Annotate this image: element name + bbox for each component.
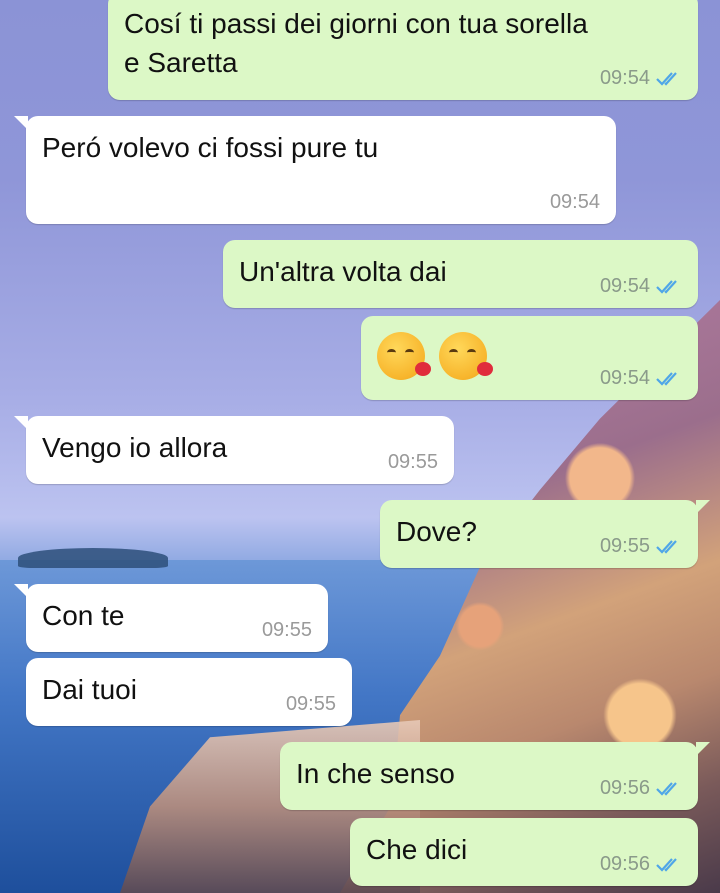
message-bubble-incoming[interactable]: Dai tuoi 09:55: [26, 658, 352, 726]
message-text: Dai tuoi: [42, 674, 137, 705]
message-bubble-incoming[interactable]: Con te 09:55: [14, 584, 328, 652]
message-meta: 09:56: [600, 853, 682, 876]
message-time: 09:54: [599, 67, 650, 89]
message-bubble-outgoing[interactable]: 09:54: [361, 316, 698, 400]
message-bubble-incoming[interactable]: Vengo io allora 09:55: [14, 416, 454, 484]
message-bubble-incoming[interactable]: Peró volevo ci fossi pure tu 09:54: [14, 116, 616, 224]
message-bubble-outgoing[interactable]: Cosí ti passi dei giorni con tua sorella…: [108, 0, 698, 100]
message-text: Dove?: [396, 516, 477, 547]
kissing-face-heart-emoji: [377, 332, 431, 380]
message-text: Cosí ti passi dei giorni con tua sorella…: [124, 8, 588, 78]
message-text: Vengo io allora: [42, 432, 228, 463]
message-bubble-outgoing[interactable]: In che senso 09:56: [280, 742, 710, 810]
message-meta: 09:55: [262, 619, 312, 642]
message-meta: 09:54: [550, 191, 600, 214]
wallpaper-island: [18, 548, 168, 568]
double-check-icon: [656, 371, 682, 387]
bubble-tail: [14, 584, 28, 598]
message-meta: 09:56: [600, 777, 682, 800]
message-time: 09:54: [599, 275, 650, 297]
message-meta: 09:54: [600, 67, 682, 90]
double-check-icon: [656, 857, 682, 873]
emoji-row: [377, 332, 497, 380]
message-text: Un'altra volta dai: [239, 256, 447, 287]
message-text: Che dici: [366, 834, 468, 865]
message-time: 09:56: [599, 853, 650, 875]
message-text: Con te: [42, 600, 125, 631]
message-time: 09:55: [387, 451, 438, 473]
kissing-face-heart-emoji: [439, 332, 494, 380]
bubble-tail: [696, 742, 710, 756]
double-check-icon: [656, 781, 682, 797]
message-meta: 09:54: [600, 275, 682, 298]
message-time: 09:54: [549, 191, 600, 213]
double-check-icon: [656, 71, 682, 87]
double-check-icon: [656, 539, 682, 555]
message-time: 09:56: [599, 777, 650, 799]
message-meta: 09:55: [286, 693, 336, 716]
bubble-tail: [696, 500, 710, 514]
message-time: 09:55: [285, 693, 336, 715]
message-time: 09:54: [599, 367, 650, 389]
message-bubble-outgoing[interactable]: Un'altra volta dai 09:54: [223, 240, 698, 308]
bubble-tail: [14, 416, 28, 430]
message-text: Peró volevo ci fossi pure tu: [42, 132, 379, 163]
message-meta: 09:55: [388, 451, 438, 474]
message-time: 09:55: [599, 535, 650, 557]
message-time: 09:55: [261, 619, 312, 641]
message-meta: 09:55: [600, 535, 682, 558]
double-check-icon: [656, 279, 682, 295]
bubble-tail: [14, 116, 28, 130]
message-text: In che senso: [296, 758, 455, 789]
message-bubble-outgoing[interactable]: Che dici 09:56: [350, 818, 698, 886]
message-bubble-outgoing[interactable]: Dove? 09:55: [380, 500, 710, 568]
message-meta: 09:54: [600, 367, 682, 390]
